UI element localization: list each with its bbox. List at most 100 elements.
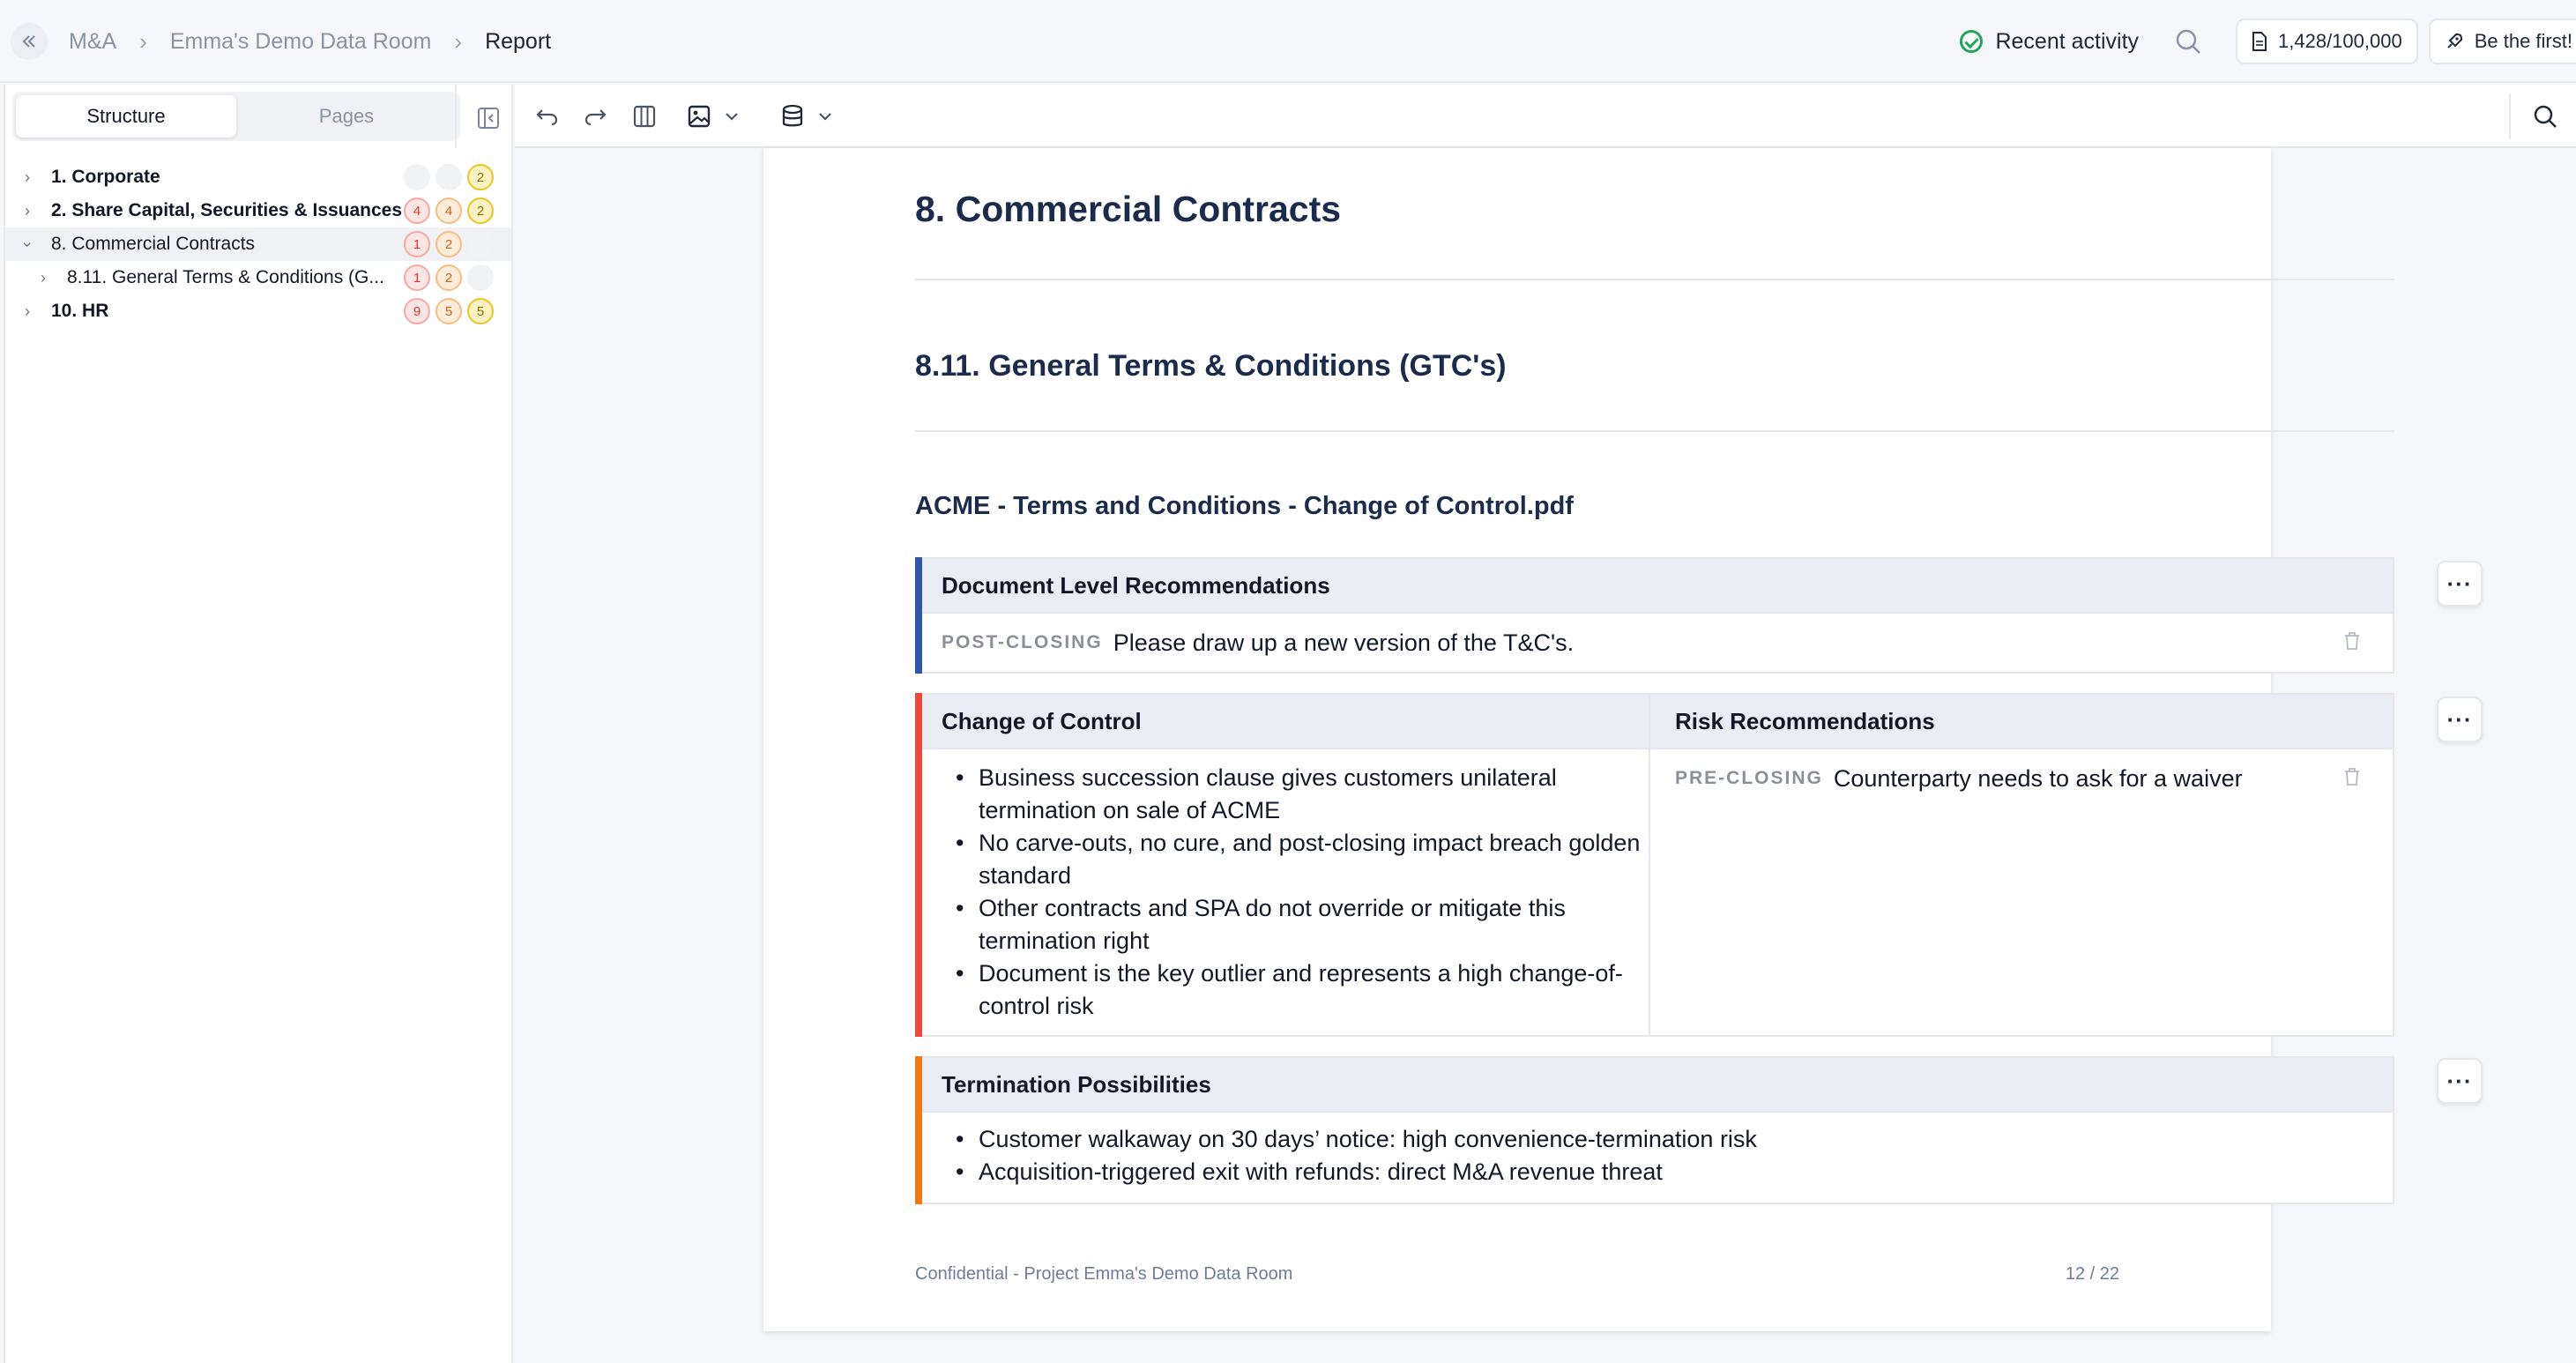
double-chevron-left-icon: [22, 35, 35, 48]
redo-icon: [584, 109, 607, 126]
badge: 2: [467, 197, 494, 224]
divider: [915, 279, 2394, 280]
change-of-control-card: Change of Control Risk Recommendations B…: [915, 693, 2394, 1037]
severity-bar: [915, 1056, 922, 1204]
document-icon: [2252, 32, 2267, 51]
image-icon: [688, 105, 711, 128]
chevron-right-icon[interactable]: ›: [25, 202, 30, 220]
list-item: Other contracts and SPA do not override …: [942, 892, 1649, 957]
breadcrumb-item[interactable]: M&A: [69, 29, 116, 55]
trash-icon: [2345, 631, 2359, 650]
card-title: Termination Possibilities: [917, 1058, 2393, 1113]
termination-card: Termination Possibilities Customer walka…: [915, 1056, 2394, 1204]
chevron-down-icon[interactable]: ›: [19, 242, 37, 247]
report-page: 8. Commercial Contracts 8.11. General Te…: [763, 148, 2483, 1331]
sidebar: Structure Pages › 1. Corporate 2 › 2. Sh…: [4, 85, 513, 1363]
tree-item-selected[interactable]: › 8. Commercial Contracts 1 2: [5, 227, 511, 261]
tree-item[interactable]: › 2. Share Capital, Securities & Issuanc…: [5, 194, 511, 227]
timing-tag: PRE-CLOSING: [1675, 768, 1823, 788]
card-more-button[interactable]: ···: [2437, 1058, 2483, 1104]
columns-icon: [633, 105, 656, 128]
search-button[interactable]: [2174, 27, 2202, 56]
sidebar-tabs: Structure Pages: [12, 92, 460, 141]
chevron-right-icon[interactable]: ›: [25, 302, 30, 321]
tree-item[interactable]: › 1. Corporate 2: [5, 160, 511, 194]
usage-value: 1,428/100,000: [2278, 30, 2402, 52]
badge: 1: [404, 231, 430, 257]
list-item: Document is the key outlier and represen…: [942, 957, 1649, 1023]
subsection-heading[interactable]: 8.11. General Terms & Conditions (GTC's): [915, 349, 1507, 384]
divider: [2509, 93, 2511, 139]
badge: [404, 164, 430, 190]
columns-button[interactable]: [631, 101, 658, 132]
badge: 2: [436, 231, 462, 257]
panel-toggle-button[interactable]: [471, 101, 506, 136]
issue-badges: 9 5 5: [398, 298, 494, 324]
database-icon: [782, 104, 803, 127]
recommendation-text: Please draw up a new version of the T&C'…: [1113, 629, 1575, 656]
document-recommendations-card: Document Level Recommendations POST-CLOS…: [915, 557, 2394, 674]
badge: 5: [436, 298, 462, 324]
tab-structure[interactable]: Structure: [16, 95, 236, 138]
recent-activity-label: Recent activity: [1995, 28, 2140, 54]
check-circle-icon: [1960, 30, 1984, 53]
insert-data-dropdown[interactable]: [779, 101, 834, 132]
recommendation-row[interactable]: POST-CLOSING Please draw up a new versio…: [917, 614, 2393, 672]
page-footer: Confidential - Project Emma's Demo Data …: [915, 1264, 1293, 1284]
badge: [467, 231, 494, 257]
tree-item[interactable]: › 10. HR 9 5 5: [5, 294, 511, 328]
badge: 4: [404, 197, 430, 224]
card-more-button[interactable]: ···: [2437, 561, 2483, 607]
recommendation-row[interactable]: PRE-CLOSING Counterparty needs to ask fo…: [1650, 749, 2393, 808]
badge: 2: [436, 264, 462, 291]
badge: 2: [467, 164, 494, 190]
usage-counter[interactable]: 1,428/100,000: [2236, 19, 2418, 64]
delete-button[interactable]: [2343, 765, 2361, 793]
timing-tag: POST-CLOSING: [942, 632, 1103, 652]
badge: [467, 264, 494, 291]
find-button[interactable]: [2532, 101, 2558, 132]
be-first-button[interactable]: Be the first!: [2428, 19, 2576, 64]
breadcrumb: M&A › Emma's Demo Data Room › Report: [69, 0, 551, 83]
delete-button[interactable]: [2343, 629, 2361, 657]
tree-item[interactable]: › 8.11. General Terms & Conditions (G...…: [5, 261, 511, 294]
editor-toolbar: [515, 85, 2576, 148]
tree-item-label: 1. Corporate: [51, 167, 160, 187]
badge: 9: [404, 298, 430, 324]
chevron-right-icon: ›: [139, 27, 147, 55]
page-number: 12 / 22: [2065, 1264, 2119, 1284]
list-item: Customer walkaway on 30 days’ notice: hi…: [942, 1123, 2393, 1156]
tree-item-label: 10. HR: [51, 301, 109, 321]
top-bar: M&A › Emma's Demo Data Room › Report Rec…: [0, 0, 2576, 83]
recommendation-text: Counterparty needs to ask for a waiver: [1833, 764, 2243, 792]
recent-activity-button[interactable]: Recent activity: [1960, 29, 2139, 55]
issue-badges: 1 2: [398, 231, 494, 257]
section-heading[interactable]: 8. Commercial Contracts: [915, 189, 1341, 230]
undo-button[interactable]: [534, 101, 561, 132]
tree-item-label: 8. Commercial Contracts: [51, 234, 256, 254]
divider: [455, 85, 457, 148]
divider: [915, 430, 2394, 432]
breadcrumb-item[interactable]: Emma's Demo Data Room: [170, 29, 432, 55]
redo-button[interactable]: [582, 101, 608, 132]
badge: 4: [436, 197, 462, 224]
chevron-down-icon: [819, 113, 831, 121]
card-more-button[interactable]: ···: [2437, 696, 2483, 742]
issue-badges: 2: [398, 164, 494, 190]
chevron-right-icon[interactable]: ›: [41, 269, 46, 287]
issue-badges: 1 2: [398, 264, 494, 291]
card-title: Document Level Recommendations: [917, 559, 2393, 614]
collapse-sidebar-button[interactable]: [11, 23, 48, 60]
undo-icon: [536, 109, 558, 126]
rocket-icon: [2447, 33, 2462, 48]
insert-image-dropdown[interactable]: [686, 101, 741, 132]
list-item: Business succession clause gives custome…: [942, 762, 1649, 827]
chevron-right-icon[interactable]: ›: [25, 168, 30, 187]
list-item: Acquisition-triggered exit with refunds:…: [942, 1156, 2393, 1188]
search-icon: [2534, 105, 2557, 128]
trash-icon: [2345, 767, 2359, 786]
finding-list: Business succession clause gives custome…: [917, 749, 1649, 1035]
tab-pages[interactable]: Pages: [236, 95, 457, 138]
document-heading[interactable]: ACME - Terms and Conditions - Change of …: [915, 492, 1574, 521]
severity-bar: [915, 693, 922, 1037]
